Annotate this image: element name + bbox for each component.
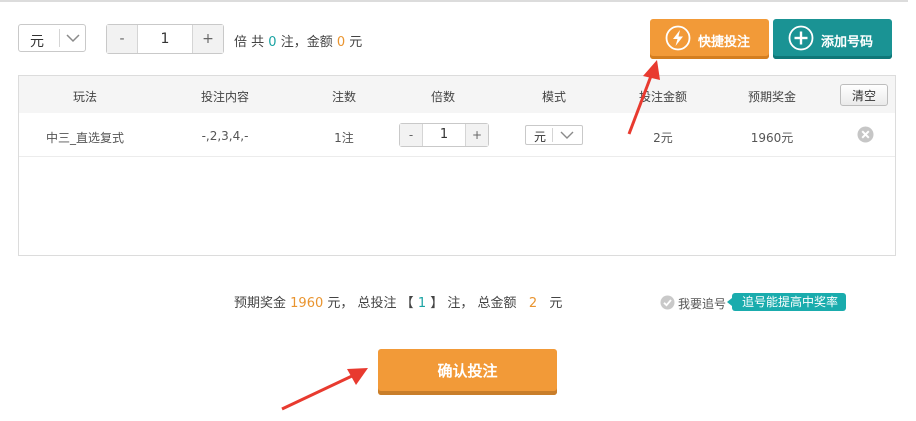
prize-value: 1960 xyxy=(290,296,324,311)
table-header: 玩法 投注内容 注数 倍数 模式 投注金额 预期奖金 清空 xyxy=(19,76,895,113)
multiplier-increase-button[interactable]: + xyxy=(192,25,223,53)
row-multiple-increase-button[interactable]: + xyxy=(465,124,488,146)
summary-amount-unit: 元 xyxy=(349,35,363,50)
add-number-label: 添加号码 xyxy=(821,35,874,50)
summary-amount: 0 xyxy=(336,35,346,50)
order-summary: 预期奖金 1960 元， 总投注 【 1 】 注， 总金额 2 元 xyxy=(234,292,562,311)
row-content: -,2,3,4,- xyxy=(201,129,249,143)
add-number-button[interactable]: 添加号码 xyxy=(773,19,892,59)
total-amount-label: 总金额 xyxy=(477,296,517,311)
header-prize: 预期奖金 xyxy=(747,90,796,104)
clear-button[interactable]: 清空 xyxy=(840,84,888,106)
table-row: 中三_直选复式 -,2,3,4,- 1注 - 1 + 元 2元 1960元 xyxy=(19,114,895,157)
lightning-icon xyxy=(665,25,691,51)
total-amount-value: 2 xyxy=(528,296,538,311)
total-bets-value: 1 xyxy=(417,296,427,311)
multiplier-stepper: - 1 + xyxy=(106,24,224,54)
row-bets: 1注 xyxy=(334,131,354,145)
selection-summary: 倍 共 0 注，金额 0 元 xyxy=(234,31,362,50)
header-mode: 模式 xyxy=(541,90,566,104)
header-amount: 投注金额 xyxy=(638,90,687,104)
total-bets-unit: 】 注， xyxy=(430,296,474,311)
row-prize: 1960元 xyxy=(750,131,794,145)
unit-select-separator xyxy=(59,29,60,47)
summary-bet-count: 0 xyxy=(268,35,277,50)
quick-bet-button[interactable]: 快捷投注 xyxy=(650,19,769,59)
row-multiple-input[interactable]: 1 xyxy=(423,124,465,146)
bet-list-table: 玩法 投注内容 注数 倍数 模式 投注金额 预期奖金 清空 中三_直选复式 -,… xyxy=(18,75,896,256)
row-multiple-stepper: - 1 + xyxy=(399,123,489,147)
header-content: 投注内容 xyxy=(200,90,249,104)
row-amount: 2元 xyxy=(653,131,673,145)
plus-circle-icon xyxy=(788,25,814,51)
prize-unit: 元， xyxy=(327,296,354,311)
check-circle-icon xyxy=(660,295,675,310)
row-multiple-decrease-button[interactable]: - xyxy=(400,124,423,146)
header-play: 玩法 xyxy=(72,90,97,104)
confirm-bet-button[interactable]: 确认投注 xyxy=(378,349,557,395)
top-divider xyxy=(0,0,908,2)
unit-select-value: 元 xyxy=(30,34,44,50)
chevron-down-icon xyxy=(560,131,574,139)
header-multiple: 倍数 xyxy=(430,90,455,104)
total-bets-label: 总投注 【 xyxy=(357,296,414,311)
arrow-to-confirm xyxy=(281,368,368,411)
total-amount-unit: 元 xyxy=(549,296,563,311)
row-mode-select[interactable]: 元 xyxy=(525,125,583,145)
header-bets: 注数 xyxy=(331,90,356,104)
summary-bet-unit: 注，金额 xyxy=(280,35,333,50)
unit-select[interactable]: 元 xyxy=(18,24,86,52)
chevron-down-icon xyxy=(66,34,80,43)
quick-bet-label: 快捷投注 xyxy=(698,35,751,50)
summary-prefix: 倍 共 xyxy=(234,35,265,50)
prize-label: 预期奖金 xyxy=(234,296,287,311)
remove-icon[interactable] xyxy=(857,126,874,143)
row-mode-separator xyxy=(552,128,553,142)
row-play: 中三_直选复式 xyxy=(45,131,124,145)
chase-tip-badge: 追号能提高中奖率 xyxy=(726,293,847,311)
row-mode-value: 元 xyxy=(534,130,547,144)
chase-label: 我要追号 xyxy=(678,297,727,311)
multiplier-decrease-button[interactable]: - xyxy=(107,25,138,53)
multiplier-input[interactable]: 1 xyxy=(138,25,192,53)
